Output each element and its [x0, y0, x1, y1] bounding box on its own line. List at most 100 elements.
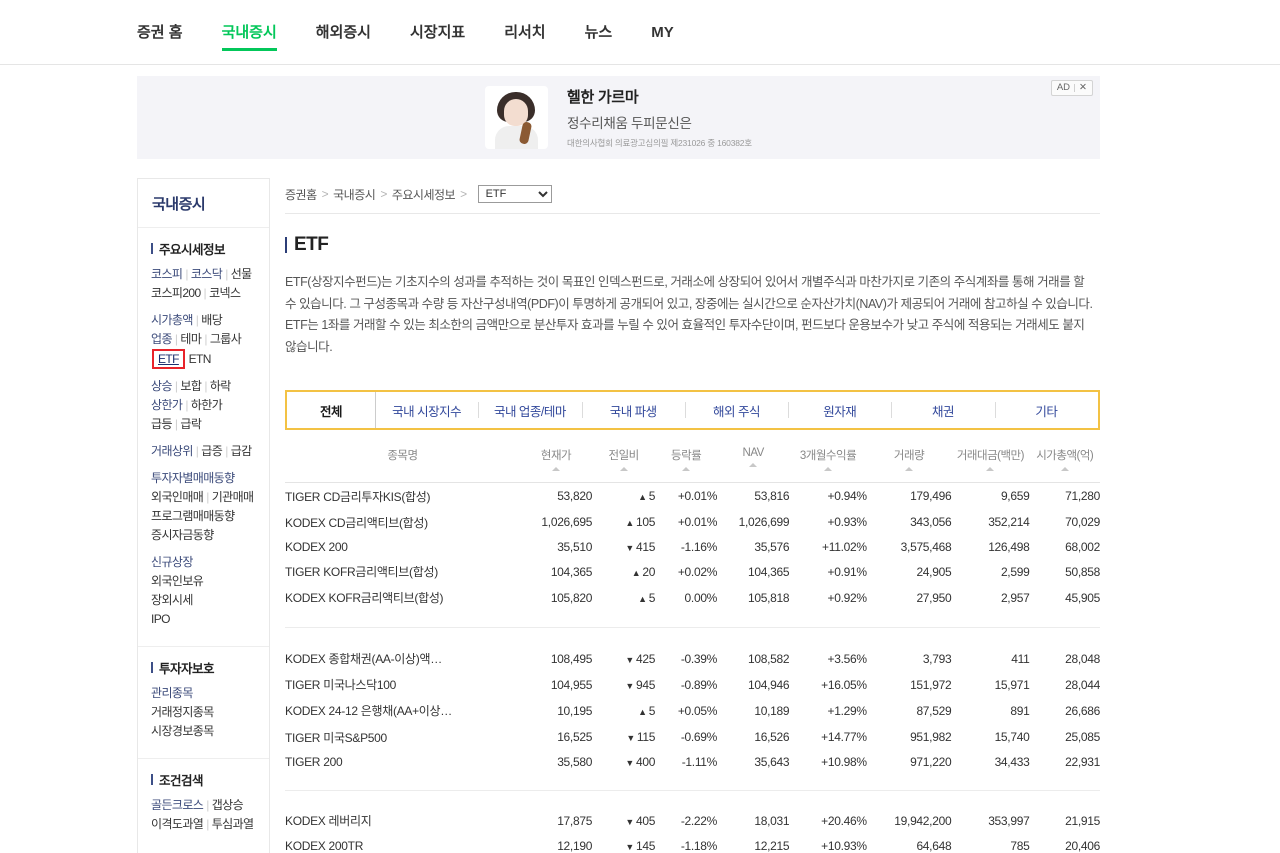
table-row[interactable]: TIGER CD금리투자KIS(합성) 53,820 ▲ 5 +0.01% 53,816 +… [285, 483, 1100, 510]
sidebar-item-기관매매[interactable]: 기관매매 [212, 490, 254, 504]
sidebar-item-이격도과열[interactable]: 이격도과열 [151, 817, 204, 831]
sort-ascending-icon[interactable] [824, 467, 832, 471]
sidebar-item-업종[interactable]: 업종 [151, 332, 172, 346]
table-row[interactable]: TIGER 미국나스닥100 104,955 ▼ 945 -0.89% 104,946 +1… [285, 672, 1100, 698]
sidebar-item-IPO[interactable]: IPO [151, 612, 170, 626]
gnb-item-4[interactable]: 리서치 [504, 0, 545, 65]
gnb-item-5[interactable]: 뉴스 [585, 0, 613, 65]
etf-name-link[interactable]: KODEX 200TR [285, 834, 520, 853]
sidebar-item-외국인매매[interactable]: 외국인매매 [151, 490, 204, 504]
table-row[interactable]: KODEX KOFR금리액티브(합성) 105,820 ▲ 5 0.00% 105,818… [285, 585, 1100, 611]
sidebar-item-시장경보종목[interactable]: 시장경보종목 [151, 724, 214, 738]
close-icon[interactable]: ✕ [1079, 83, 1087, 93]
sidebar-item-선물[interactable]: 선물 [231, 267, 252, 281]
sidebar-item-코스닥[interactable]: 코스닥 [191, 267, 223, 281]
ad-badge-close[interactable]: AD ✕ [1050, 80, 1093, 96]
sidebar-item-장외시세[interactable]: 장외시세 [151, 593, 193, 607]
sidebar-item-etf[interactable]: ETF [158, 352, 179, 366]
gnb-item-3[interactable]: 시장지표 [410, 0, 465, 65]
column-header-diff[interactable]: 전일비 [592, 438, 656, 483]
table-row[interactable]: KODEX 200 35,510 ▼ 415 -1.16% 35,576 +11.02% 3,… [285, 535, 1100, 558]
etf-name-link[interactable]: KODEX 레버리지 [285, 808, 520, 834]
etf-name-link[interactable]: KODEX 24-12 은행채(AA+이상… [285, 698, 520, 724]
sidebar-item-급증[interactable]: 급증 [201, 444, 222, 458]
sidebar-item-골든크로스[interactable]: 골든크로스 [151, 798, 204, 812]
breadcrumb-item-1[interactable]: 국내증시 [333, 186, 376, 203]
sort-ascending-icon[interactable] [1060, 467, 1069, 471]
sidebar-item-하한가[interactable]: 하한가 [191, 398, 223, 412]
sidebar-item-증시자금동향[interactable]: 증시자금동향 [151, 528, 214, 542]
sidebar-item-급등[interactable]: 급등 [151, 417, 172, 431]
etf-name-link[interactable]: KODEX CD금리액티브(합성) [285, 509, 520, 535]
sidebar-item-상승[interactable]: 상승 [151, 379, 172, 393]
sidebar-item-외국인보유[interactable]: 외국인보유 [151, 574, 204, 588]
table-row[interactable]: TIGER KOFR금리액티브(합성) 104,365 ▲ 20 +0.02% 104,3… [285, 559, 1100, 585]
sidebar-item-거래정지종목[interactable]: 거래정지종목 [151, 705, 214, 719]
tab-3[interactable]: 국내 파생 [581, 392, 685, 428]
sidebar-item-프로그램매매동향[interactable]: 프로그램매매동향 [151, 509, 235, 523]
table-row[interactable]: KODEX 종합채권(AA-이상)액… 108,495 ▼ 425 -0.39% 108,… [285, 645, 1100, 671]
etf-name-link[interactable]: TIGER 200 [285, 750, 520, 773]
table-row[interactable]: TIGER 200 35,580 ▼ 400 -1.11% 35,643 +10.98% 97… [285, 750, 1100, 773]
sidebar-item-시가총액[interactable]: 시가총액 [151, 313, 193, 327]
sidebar-item-배당[interactable]: 배당 [201, 313, 222, 327]
tab-6[interactable]: 채권 [891, 392, 994, 428]
tab-0[interactable]: 전체 [287, 392, 375, 428]
tab-2[interactable]: 국내 업종/테마 [478, 392, 581, 428]
table-row[interactable]: TIGER 미국S&P500 16,525 ▼ 115 -0.69% 16,526 +14.… [285, 724, 1100, 750]
sort-ascending-icon[interactable] [682, 467, 691, 471]
gnb-item-1[interactable]: 국내증시 [221, 0, 277, 65]
sidebar-item-갭상승[interactable]: 갭상승 [212, 798, 244, 812]
sort-ascending-icon[interactable] [986, 467, 995, 471]
sort-ascending-icon[interactable] [905, 467, 914, 471]
sidebar-item-코스피200[interactable]: 코스피200 [151, 286, 201, 300]
sidebar-item-거래상위[interactable]: 거래상위 [151, 444, 193, 458]
sort-ascending-icon[interactable] [551, 467, 560, 471]
column-header-ret3m[interactable]: 3개월수익률 [789, 438, 867, 483]
ad-banner[interactable]: 헬한 가르마 정수리채움 두피문신은 대한의사협회 의료광고심의필 제23102… [137, 76, 1100, 159]
tab-7[interactable]: 기타 [994, 392, 1098, 428]
etf-name-link[interactable]: TIGER 미국S&P500 [285, 724, 520, 750]
sidebar-item-etf-highlight[interactable]: ETF [152, 349, 185, 369]
sidebar-item-코넥스[interactable]: 코넥스 [209, 286, 241, 300]
sidebar-item-테마[interactable]: 테마 [180, 332, 201, 346]
sidebar-item-급락[interactable]: 급락 [180, 417, 201, 431]
tab-5[interactable]: 원자재 [788, 392, 891, 428]
column-header-price[interactable]: 현재가 [519, 438, 593, 483]
sidebar-item-그룹사[interactable]: 그룹사 [210, 332, 242, 346]
column-header-vol[interactable]: 거래량 [866, 438, 952, 483]
breadcrumb-item-2[interactable]: 주요시세정보 [392, 186, 456, 203]
table-row[interactable]: KODEX 레버리지 17,875 ▼ 405 -2.22% 18,031 +20.46% 1… [285, 808, 1100, 834]
etf-name-link[interactable]: KODEX 200 [285, 535, 520, 558]
sidebar-item-신규상장[interactable]: 신규상장 [151, 555, 193, 569]
breadcrumb-category-select[interactable]: ETFETN코스피코스닥시가총액업종테마 [477, 185, 552, 203]
column-header-cap[interactable]: 시가총액(억) [1029, 438, 1100, 483]
gnb-item-0[interactable]: 증권 홈 [137, 0, 183, 65]
sidebar-item-투심과열[interactable]: 투심과열 [212, 817, 254, 831]
etf-name-link[interactable]: KODEX 종합채권(AA-이상)액… [285, 645, 520, 671]
table-row[interactable]: KODEX CD금리액티브(합성) 1,026,695 ▲ 105 +0.01% 1,02… [285, 509, 1100, 535]
gnb-item-2[interactable]: 해외증시 [316, 0, 371, 65]
sidebar-item-하락[interactable]: 하락 [210, 379, 231, 393]
tab-4[interactable]: 해외 주식 [684, 392, 788, 428]
tab-1[interactable]: 국내 시장지수 [375, 392, 478, 428]
etf-name-link[interactable]: TIGER KOFR금리액티브(합성) [285, 559, 520, 585]
sidebar-item-급감[interactable]: 급감 [231, 444, 252, 458]
sort-ascending-icon[interactable] [749, 463, 758, 467]
sidebar-item-상한가[interactable]: 상한가 [151, 398, 183, 412]
sort-ascending-icon[interactable] [619, 467, 628, 471]
etf-name-link[interactable]: TIGER CD금리투자KIS(합성) [285, 483, 520, 510]
column-header-amt[interactable]: 거래대금(백만) [951, 438, 1030, 483]
table-row[interactable]: KODEX 200TR 12,190 ▼ 145 -1.18% 12,215 +10.93%… [285, 834, 1100, 853]
sidebar-item-관리종목[interactable]: 관리종목 [151, 686, 193, 700]
sidebar-item-코스피[interactable]: 코스피 [151, 267, 183, 281]
sidebar-item-투자자별매매동향[interactable]: 투자자별매매동향 [151, 471, 235, 485]
sidebar-item-ETN[interactable]: ETN [189, 352, 212, 366]
column-header-nav[interactable]: NAV [717, 438, 790, 483]
table-row[interactable]: KODEX 24-12 은행채(AA+이상… 10,195 ▲ 5 +0.05% 10,1… [285, 698, 1100, 724]
column-header-rate[interactable]: 등락률 [655, 438, 718, 483]
etf-name-link[interactable]: KODEX KOFR금리액티브(합성) [285, 585, 520, 611]
gnb-item-6[interactable]: MY [651, 0, 674, 65]
breadcrumb-item-0[interactable]: 증권홈 [285, 186, 317, 203]
sidebar-item-보합[interactable]: 보합 [180, 379, 201, 393]
